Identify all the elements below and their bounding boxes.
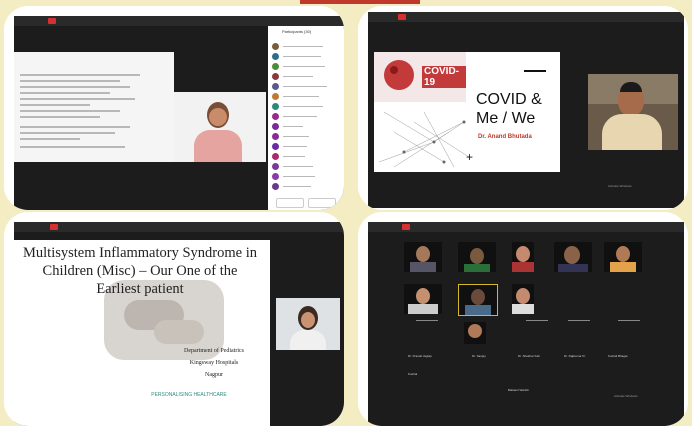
video-tile <box>404 284 442 314</box>
participant-name: Dr. Pranali Jagtap <box>408 354 432 358</box>
tagline-text: PERSONALISING HEALTHCARE <box>151 392 227 398</box>
meeting-window-3: Multisystem Inflammatory Syndrome in Chi… <box>14 222 344 426</box>
hospital-text: Kingsway Hospitals <box>189 360 239 366</box>
participant-name: Dr. Shekhar Kali <box>518 354 540 358</box>
speaker-video <box>588 74 678 150</box>
video-tile <box>404 242 442 272</box>
video-tile <box>458 284 498 316</box>
activate-windows-watermark: Activate Windows <box>608 184 632 188</box>
header-accent <box>300 0 420 4</box>
meeting-topbar <box>14 222 344 232</box>
plus-icon: + <box>466 150 474 164</box>
meeting-window-4: Dr. Pranali Jagtap Dr. Sanjay Dr. Shekha… <box>368 222 684 426</box>
department-text: Department of Pediatrics <box>184 348 244 354</box>
covid-badge: COVID-19 <box>422 66 466 88</box>
invite-button[interactable] <box>276 198 304 208</box>
activate-windows-watermark: Activate Windows <box>614 394 638 398</box>
screenshot-panel-top-right: COVID-19 COVID & Me / We Dr. Anand Bhuta… <box>358 6 688 210</box>
slide-title: COVID & Me / We <box>476 91 542 127</box>
recording-icon <box>398 14 406 20</box>
video-tile <box>512 284 534 314</box>
misc-slide: Multisystem Inflammatory Syndrome in Chi… <box>14 240 270 426</box>
recording-icon <box>50 224 58 230</box>
participant-name: Kushal <box>408 372 418 376</box>
covid-slide: COVID-19 COVID & Me / We Dr. Anand Bhuta… <box>374 52 560 172</box>
video-tile <box>512 242 534 272</box>
participants-title: Participants (30) <box>282 29 312 34</box>
video-tile <box>604 242 642 272</box>
participant-name: Dr. Rajkumar Kr <box>564 354 586 358</box>
participant-name: Balwant Wankh <box>508 388 529 392</box>
participants-panel: Participants (30) <box>268 26 344 210</box>
recording-icon <box>402 224 410 230</box>
participant-name: Kushal Bhagat <box>608 354 628 358</box>
participant-name: Dr. Sanjay <box>472 354 486 358</box>
recording-icon <box>48 18 56 24</box>
screenshot-panel-bottom-right: Dr. Pranali Jagtap Dr. Sanjay Dr. Shekha… <box>358 212 688 426</box>
slide-author: Dr. Anand Bhutada <box>478 134 532 140</box>
speaker-video <box>276 298 340 350</box>
video-tile <box>554 242 592 272</box>
mute-all-button[interactable] <box>308 198 336 208</box>
shared-document <box>14 52 174 162</box>
city-text: Nagpur <box>205 372 223 378</box>
meeting-topbar <box>368 12 684 22</box>
slide-rule <box>524 70 546 72</box>
meeting-topbar <box>14 16 344 26</box>
meeting-topbar <box>368 222 684 232</box>
speaker-video <box>174 92 266 162</box>
slide-title: Multisystem Inflammatory Syndrome in Chi… <box>23 245 257 297</box>
screenshot-panel-bottom-left: Multisystem Inflammatory Syndrome in Chi… <box>4 212 344 426</box>
video-tile <box>458 242 496 272</box>
meeting-window-1: Participants (30) <box>14 16 344 210</box>
meeting-window-2: COVID-19 COVID & Me / We Dr. Anand Bhuta… <box>368 12 684 208</box>
virus-image: COVID-19 <box>374 52 466 102</box>
screenshot-panel-top-left: Participants (30) <box>4 6 344 210</box>
